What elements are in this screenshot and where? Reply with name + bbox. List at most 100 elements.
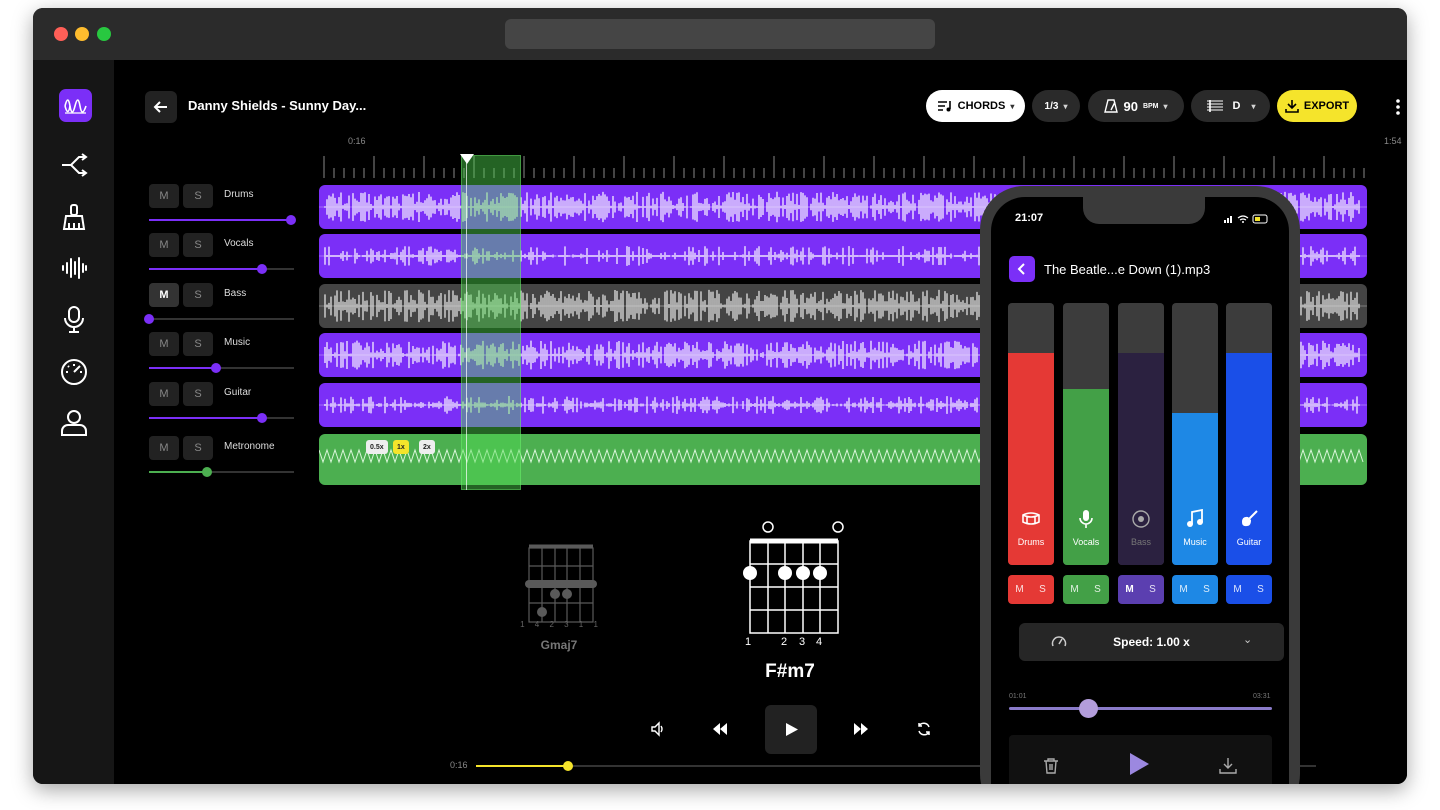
chords-label: CHORDS xyxy=(957,100,1006,112)
export-button[interactable]: EXPORT xyxy=(1277,90,1357,122)
volume-slider[interactable] xyxy=(149,264,294,274)
phone-progress-bar[interactable] xyxy=(1009,699,1272,718)
volume-slider[interactable] xyxy=(149,467,294,477)
waveform-icon[interactable] xyxy=(59,253,89,283)
mute-button[interactable]: M xyxy=(149,184,179,208)
finger-number-3: 3 xyxy=(799,636,806,648)
progress-knob[interactable] xyxy=(563,761,574,771)
mute-button[interactable]: M xyxy=(1008,575,1031,604)
phone-mockup: 21:07 The Beatle...e Down (1).mp3 Drums M… xyxy=(980,186,1300,784)
close-window-button[interactable] xyxy=(54,27,68,41)
volume-slider[interactable] xyxy=(149,363,294,373)
fast-forward-icon[interactable] xyxy=(843,711,879,747)
mute-button[interactable]: M xyxy=(1118,575,1141,604)
minimize-window-button[interactable] xyxy=(75,27,89,41)
cleanup-broom-icon[interactable] xyxy=(59,202,89,232)
play-icon[interactable] xyxy=(1127,751,1151,777)
track-control-metronome: M S Metronome xyxy=(149,436,294,482)
volume-knob[interactable] xyxy=(257,264,268,274)
rewind-icon[interactable] xyxy=(702,711,738,747)
solo-button[interactable]: S xyxy=(1141,575,1164,604)
mixer-channel-drums[interactable]: Drums xyxy=(1008,303,1054,565)
address-bar[interactable] xyxy=(505,19,935,49)
split-icon[interactable] xyxy=(59,150,89,180)
speed-selector[interactable]: Speed: 1.00 x ⌄ xyxy=(1019,623,1284,661)
mute-button[interactable]: M xyxy=(1172,575,1195,604)
app-logo[interactable] xyxy=(59,89,92,122)
phone-notch xyxy=(1083,197,1205,224)
solo-button[interactable]: S xyxy=(1031,575,1054,604)
solo-button[interactable]: S xyxy=(183,283,213,307)
chevron-down-icon: ▾ xyxy=(1251,101,1256,111)
chord-name-previous: Gmaj7 xyxy=(540,638,578,652)
download-icon[interactable] xyxy=(1219,757,1237,775)
maximize-window-button[interactable] xyxy=(97,27,111,41)
metronome-speed-double[interactable]: 2x xyxy=(419,440,435,454)
solo-button[interactable]: S xyxy=(183,332,213,356)
mixer-channel-music[interactable]: Music xyxy=(1172,303,1218,565)
solo-button[interactable]: S xyxy=(1086,575,1109,604)
mute-button[interactable]: M xyxy=(149,233,179,257)
track-control-music: M S Music xyxy=(149,332,294,378)
chords-dropdown[interactable]: CHORDS ▾ xyxy=(926,90,1025,122)
play-icon xyxy=(786,723,798,736)
solo-button[interactable]: S xyxy=(1249,575,1272,604)
phone-status-time: 21:07 xyxy=(1015,212,1044,224)
chevron-left-icon xyxy=(1017,263,1025,275)
more-options-icon[interactable] xyxy=(1395,98,1401,116)
volume-knob[interactable] xyxy=(210,363,221,373)
mute-button[interactable]: M xyxy=(1063,575,1086,604)
volume-knob[interactable] xyxy=(286,215,297,225)
track-name: Metronome xyxy=(224,441,275,452)
metronome-speed-normal[interactable]: 1x xyxy=(393,440,409,454)
metronome-speed-half[interactable]: 0.5x xyxy=(366,440,388,454)
user-profile-icon[interactable] xyxy=(59,407,89,437)
solo-button[interactable]: S xyxy=(183,436,213,460)
playhead-handle[interactable] xyxy=(460,154,474,164)
tempo-gauge-icon[interactable] xyxy=(59,356,89,386)
mute-button[interactable]: M xyxy=(149,283,179,307)
mute-button[interactable]: M xyxy=(149,332,179,356)
volume-knob[interactable] xyxy=(144,314,154,324)
volume-knob[interactable] xyxy=(257,413,268,423)
download-icon xyxy=(1285,100,1299,113)
mixer-channel-vocals[interactable]: Vocals xyxy=(1063,303,1109,565)
mixer-label: Guitar xyxy=(1236,537,1262,547)
mixer-level-fill xyxy=(1008,352,1054,565)
volume-knob[interactable] xyxy=(202,467,212,477)
phone-back-button[interactable] xyxy=(1009,256,1035,282)
volume-slider[interactable] xyxy=(149,215,297,225)
mute-button[interactable]: M xyxy=(149,436,179,460)
phone-status-icons xyxy=(1224,214,1268,224)
time-signature-dropdown[interactable]: 1/3 ▾ xyxy=(1032,90,1080,122)
play-button[interactable] xyxy=(765,705,817,754)
phone-progress-knob[interactable] xyxy=(1078,699,1098,718)
mixer-channel-guitar[interactable]: Guitar xyxy=(1226,303,1272,565)
mute-button[interactable]: M xyxy=(149,382,179,406)
playhead[interactable] xyxy=(466,155,467,490)
solo-button[interactable]: S xyxy=(183,382,213,406)
key-dropdown[interactable]: D ▾ xyxy=(1191,90,1270,122)
loop-icon[interactable] xyxy=(906,711,942,747)
solo-button[interactable]: S xyxy=(183,233,213,257)
microphone-icon[interactable] xyxy=(59,304,89,334)
finger-number-4: 4 xyxy=(816,636,823,648)
loop-region[interactable] xyxy=(461,155,521,490)
volume-slider[interactable] xyxy=(149,413,294,423)
mixer-channel-bass[interactable]: Bass xyxy=(1118,303,1164,565)
volume-fill xyxy=(149,219,292,221)
finger-number-1: 1 xyxy=(745,636,752,648)
back-button[interactable] xyxy=(145,91,177,123)
tempo-value: 90 xyxy=(1123,98,1138,114)
trash-icon[interactable] xyxy=(1043,757,1059,775)
drum-icon xyxy=(1022,512,1040,525)
chevron-down-icon: ▾ xyxy=(1163,101,1168,111)
volume-slider[interactable] xyxy=(144,314,294,324)
volume-icon[interactable] xyxy=(640,711,676,747)
sheet-music-icon xyxy=(1206,100,1223,112)
tempo-dropdown[interactable]: 90 BPM ▾ xyxy=(1088,90,1184,122)
volume-fill xyxy=(149,268,263,270)
solo-button[interactable]: S xyxy=(183,184,213,208)
solo-button[interactable]: S xyxy=(1195,575,1218,604)
mute-button[interactable]: M xyxy=(1226,575,1249,604)
